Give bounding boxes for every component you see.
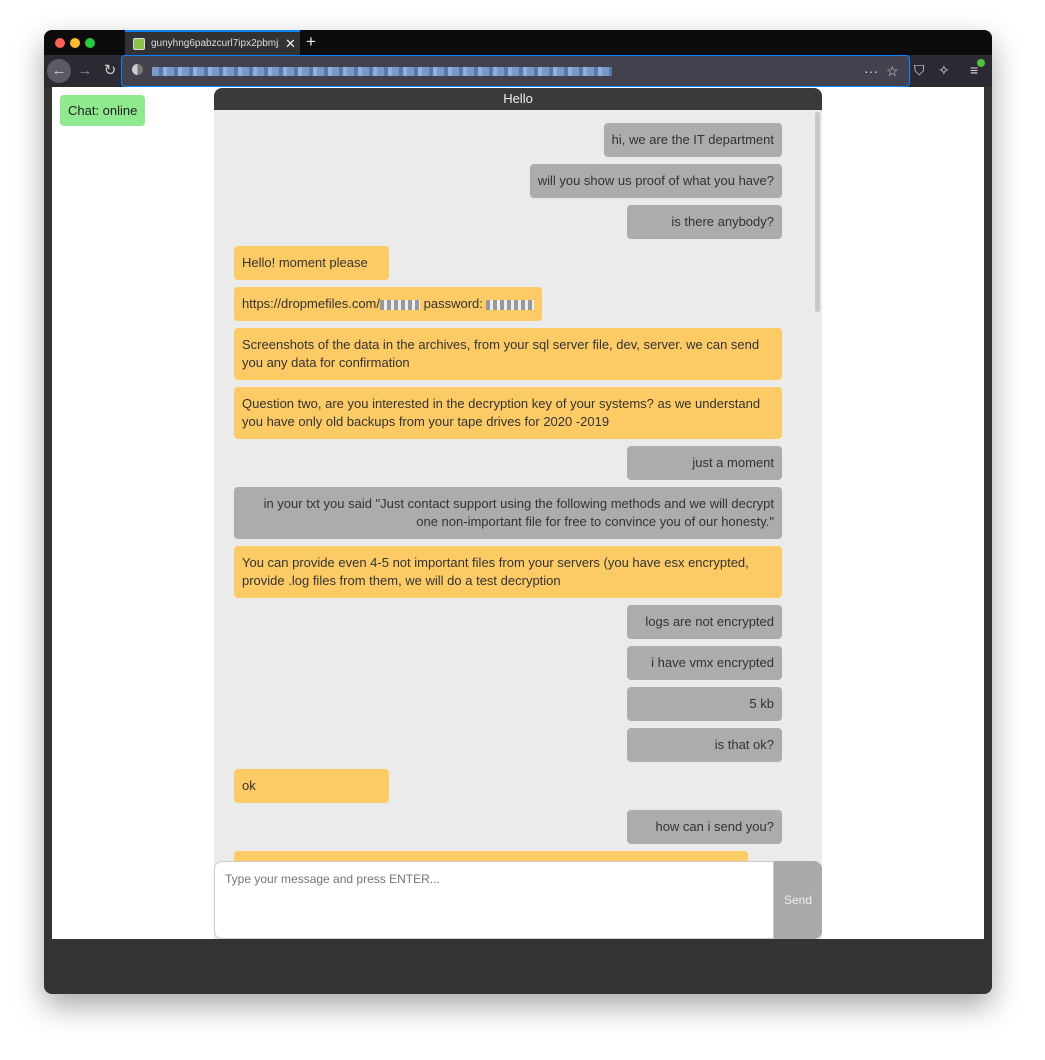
scrollbar[interactable] (815, 112, 820, 312)
outgoing-message: logs are not encrypted (627, 605, 782, 639)
message-text: logs are not encrypted (645, 614, 774, 629)
site-info-icon[interactable] (132, 64, 143, 75)
incoming-message: Screenshots of the data in the archives,… (234, 328, 782, 380)
toolbar: ← → ↻ ··· ☆ ⛉ ✧ ≡ (44, 55, 992, 87)
message-text: You can provide even 4-5 not important f… (242, 555, 749, 588)
message-input[interactable] (214, 861, 774, 939)
update-badge-icon (977, 59, 985, 67)
incoming-message: https://dropmefiles.com/ password: (234, 287, 543, 321)
favicon-icon (133, 37, 145, 50)
reload-icon[interactable]: ↻ (98, 59, 122, 83)
message-list: hi, we are the IT department will you sho… (214, 110, 814, 861)
message-text: is there anybody? (671, 214, 774, 229)
maximize-window-button[interactable] (85, 38, 95, 48)
outgoing-message: hi, we are the IT department (603, 123, 782, 157)
forward-icon[interactable]: → (73, 59, 97, 83)
back-icon[interactable]: ← (47, 59, 71, 83)
outgoing-message: how can i send you? (627, 810, 782, 844)
new-tab-button[interactable]: + (306, 32, 316, 52)
redacted-link (380, 299, 420, 310)
message-text: Hello! moment please (242, 255, 368, 270)
address-bar[interactable]: ··· ☆ (121, 55, 910, 87)
incoming-message: ok (234, 769, 389, 803)
message-text: ok (242, 778, 256, 793)
close-tab-icon[interactable]: ✕ (285, 36, 296, 52)
message-text: how can i send you? (655, 819, 774, 834)
chat-title: Hello (214, 88, 822, 110)
incoming-message: Question two, are you interested in the … (234, 387, 782, 439)
browser-window: gunyhng6pabzcurl7ipx2pbmjxp ✕ + ← → ↻ ··… (44, 30, 992, 994)
message-composer: Send (214, 861, 822, 939)
message-text: password: (420, 296, 487, 311)
close-window-button[interactable] (55, 38, 65, 48)
shield-icon[interactable]: ⛉ (914, 62, 925, 79)
outgoing-message: is there anybody? (627, 205, 782, 239)
incoming-message: Just zip these files into a password arc… (234, 851, 748, 861)
message-text: Screenshots of the data in the archives,… (242, 337, 760, 370)
message-text: will you show us proof of what you have? (537, 173, 774, 188)
redacted-url (152, 67, 612, 76)
bookmark-star-icon[interactable]: ☆ (886, 63, 899, 80)
minimize-window-button[interactable] (70, 38, 80, 48)
tab-bar: gunyhng6pabzcurl7ipx2pbmjxp ✕ + (44, 30, 992, 55)
message-text: in your txt you said "Just contact suppo… (263, 496, 774, 529)
incoming-message: You can provide even 4-5 not important f… (234, 546, 782, 598)
incoming-message: Hello! moment please (234, 246, 389, 280)
redacted-password (486, 299, 535, 310)
outgoing-message: 5 kb (627, 687, 782, 721)
outgoing-message: just a moment (627, 446, 782, 480)
message-text: hi, we are the IT department (611, 132, 774, 147)
outgoing-message: in your txt you said "Just contact suppo… (234, 487, 782, 539)
outgoing-message: is that ok? (627, 728, 782, 762)
message-text: Question two, are you interested in the … (242, 396, 761, 429)
more-icon[interactable]: ··· (864, 63, 878, 79)
message-text: just a moment (692, 455, 774, 470)
message-text: i have vmx encrypted (651, 655, 774, 670)
broom-icon[interactable]: ✧ (938, 62, 950, 79)
tab-title: gunyhng6pabzcurl7ipx2pbmjxp (151, 38, 279, 49)
outgoing-message: will you show us proof of what you have? (529, 164, 782, 198)
message-text: 5 kb (749, 696, 774, 711)
outgoing-message: i have vmx encrypted (627, 646, 782, 680)
browser-tab[interactable]: gunyhng6pabzcurl7ipx2pbmjxp ✕ (125, 30, 300, 55)
send-button[interactable]: Send (774, 861, 822, 939)
chat-status-badge: Chat: online (60, 95, 146, 126)
message-text: is that ok? (714, 737, 774, 752)
chat-panel: Hello hi, we are the IT department will y… (214, 88, 822, 939)
page-content: Chat: online Hello hi, we are the IT dep… (52, 87, 984, 939)
message-text: https://dropmefiles.com/ (242, 296, 380, 311)
